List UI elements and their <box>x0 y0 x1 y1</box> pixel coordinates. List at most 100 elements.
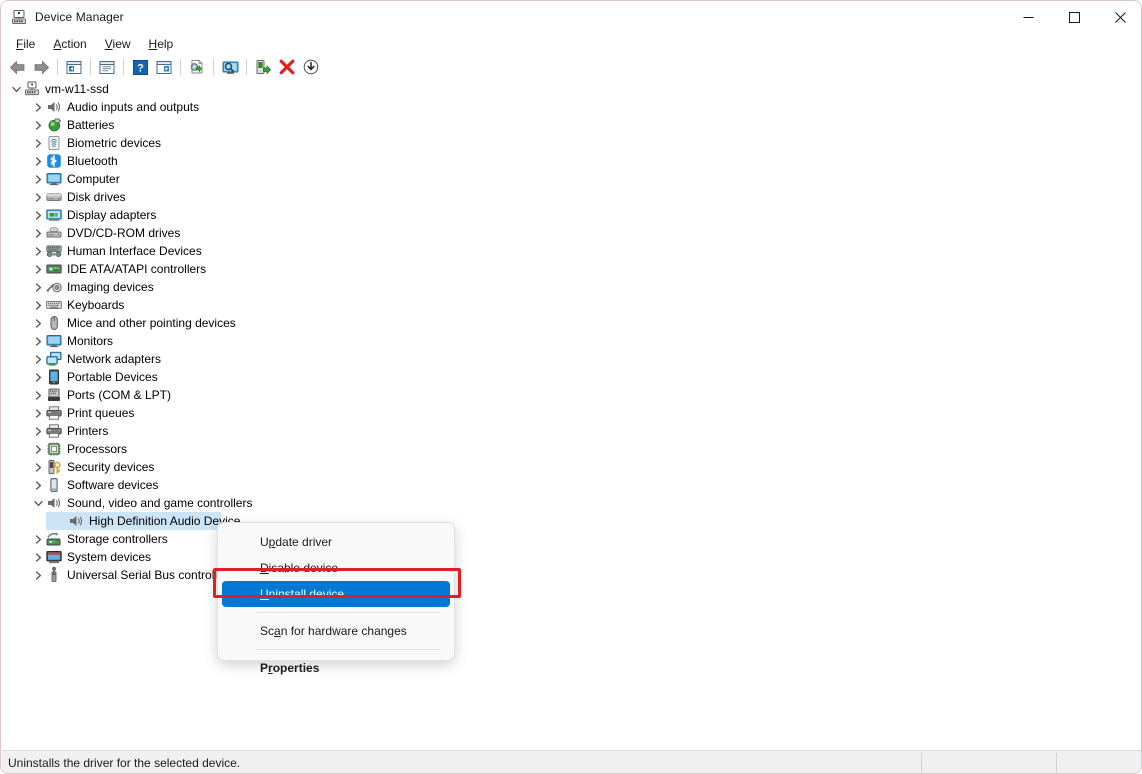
chevron-right-icon[interactable] <box>30 368 46 386</box>
show-hide-console-tree-icon[interactable] <box>62 56 86 78</box>
chevron-down-icon[interactable] <box>8 80 24 98</box>
menu-bar: File Action View Help <box>1 33 1141 55</box>
tree-item-mice-and-other-pointing-devices[interactable]: Mice and other pointing devices <box>2 314 1141 332</box>
update-driver-icon[interactable] <box>185 56 209 78</box>
tree-item-security-devices[interactable]: Security devices <box>2 458 1141 476</box>
tree-item-imaging-devices[interactable]: Imaging devices <box>2 278 1141 296</box>
context-menu-item-scan-hardware-changes[interactable]: Sc a n for hardware changes <box>222 618 450 644</box>
context-menu-item-disable-device[interactable]: Disable device <box>222 555 450 581</box>
chevron-right-icon[interactable] <box>30 476 46 494</box>
toolbar-separator <box>213 59 214 75</box>
forward-icon[interactable] <box>29 56 53 78</box>
enable-device-icon[interactable] <box>251 56 275 78</box>
tree-item-biometric-devices[interactable]: Biometric devices <box>2 134 1141 152</box>
tree-item-human-interface-devices[interactable]: Human Interface Devices <box>2 242 1141 260</box>
toolbar: ? <box>1 55 1141 79</box>
tree-item-universal-serial-bus-controllers[interactable]: Universal Serial Bus controllers <box>2 566 1141 584</box>
tree-root-node[interactable]: vm-w11-ssd <box>2 80 1141 98</box>
tree-item-software-devices[interactable]: Software devices <box>2 476 1141 494</box>
status-bar: Uninstalls the driver for the selected d… <box>2 750 1141 773</box>
minimize-button[interactable] <box>1005 1 1051 33</box>
chevron-right-icon[interactable] <box>30 260 46 278</box>
tree-item-display-adapters[interactable]: Display adapters <box>2 206 1141 224</box>
tree-item-bluetooth[interactable]: Bluetooth <box>2 152 1141 170</box>
chevron-right-icon[interactable] <box>30 530 46 548</box>
chevron-right-icon[interactable] <box>30 170 46 188</box>
tree-item-ide-ata-atapi-controllers[interactable]: IDE ATA/ATAPI controllers <box>2 260 1141 278</box>
menu-help[interactable]: Help <box>140 35 183 53</box>
tree-item-computer[interactable]: Computer <box>2 170 1141 188</box>
chevron-right-icon[interactable] <box>30 350 46 368</box>
tree-item-printers[interactable]: Printers <box>2 422 1141 440</box>
tree-item-portable-devices[interactable]: Portable Devices <box>2 368 1141 386</box>
tree-item-keyboards[interactable]: Keyboards <box>2 296 1141 314</box>
chevron-right-icon[interactable] <box>30 224 46 242</box>
chevron-right-icon[interactable] <box>30 278 46 296</box>
chevron-right-icon[interactable] <box>30 152 46 170</box>
maximize-button[interactable] <box>1051 1 1097 33</box>
context-menu-item-uninstall-device[interactable]: Uninstall device <box>222 581 450 607</box>
back-icon[interactable] <box>5 56 29 78</box>
tree-item-high-definition-audio-device[interactable]: High Definition Audio Device <box>2 512 1141 530</box>
tree-item-dvd-cd-rom-drives[interactable]: DVD/CD-ROM drives <box>2 224 1141 242</box>
disable-device-icon[interactable] <box>299 56 323 78</box>
disk-drive-icon <box>46 189 62 205</box>
tree-item-label: Audio inputs and outputs <box>67 100 200 114</box>
context-menu[interactable]: Up date driver Disable device Uninstall d… <box>217 522 455 675</box>
battery-icon <box>46 117 62 133</box>
chevron-right-icon[interactable] <box>30 116 46 134</box>
menu-action[interactable]: Action <box>44 35 95 53</box>
tree-item-network-adapters[interactable]: Network adapters <box>2 350 1141 368</box>
scan-hardware-changes-icon[interactable] <box>218 56 242 78</box>
tree-item-sound-video-and-game-controllers[interactable]: Sound, video and game controllers <box>2 494 1141 512</box>
tree-item-processors[interactable]: Processors <box>2 440 1141 458</box>
tree-item-print-queues[interactable]: Print queues <box>2 404 1141 422</box>
chevron-down-icon[interactable] <box>30 494 46 512</box>
chevron-right-icon[interactable] <box>30 404 46 422</box>
chevron-right-icon[interactable] <box>30 296 46 314</box>
storage-controller-icon <box>46 531 62 547</box>
context-menu-separator <box>256 612 440 613</box>
chevron-right-icon[interactable] <box>30 386 46 404</box>
menu-view[interactable]: View <box>96 35 140 53</box>
chevron-right-icon[interactable] <box>30 440 46 458</box>
chevron-right-icon[interactable] <box>30 332 46 350</box>
show-hide-action-pane-icon[interactable] <box>152 56 176 78</box>
chevron-right-icon[interactable] <box>30 98 46 116</box>
device-manager-icon <box>11 9 27 25</box>
tree-item-ports-com-lpt[interactable]: Ports (COM & LPT) <box>2 386 1141 404</box>
tree-item-monitors[interactable]: Monitors <box>2 332 1141 350</box>
tree-item-disk-drives[interactable]: Disk drives <box>2 188 1141 206</box>
tree-root-label: vm-w11-ssd <box>45 82 109 96</box>
tree-item-label: Universal Serial Bus controllers <box>67 568 234 582</box>
chevron-right-icon[interactable] <box>30 134 46 152</box>
tree-item-system-devices[interactable]: System devices <box>2 548 1141 566</box>
properties-icon[interactable] <box>95 56 119 78</box>
toolbar-separator <box>123 59 124 75</box>
chevron-right-icon[interactable] <box>30 206 46 224</box>
help-icon[interactable]: ? <box>128 56 152 78</box>
menu-file[interactable]: File <box>7 35 44 53</box>
chevron-right-icon[interactable] <box>30 422 46 440</box>
tree-item-batteries[interactable]: Batteries <box>2 116 1141 134</box>
device-tree[interactable]: vm-w11-ssd Audio inputs and outputs Batte… <box>2 80 1141 749</box>
tree-item-label: Sound, video and game controllers <box>67 496 253 510</box>
context-menu-item-properties[interactable]: Pr operties <box>222 655 450 681</box>
chevron-right-icon[interactable] <box>30 188 46 206</box>
context-menu-item-update-driver[interactable]: Up date driver <box>222 529 450 555</box>
uninstall-device-icon[interactable] <box>275 56 299 78</box>
tree-item-audio-inputs-and-outputs[interactable]: Audio inputs and outputs <box>2 98 1141 116</box>
chevron-right-icon[interactable] <box>30 548 46 566</box>
tree-item-label: DVD/CD-ROM drives <box>67 226 181 240</box>
chevron-right-icon[interactable] <box>30 458 46 476</box>
printer-icon <box>46 405 62 421</box>
close-button[interactable] <box>1097 1 1141 33</box>
tree-item-storage-controllers[interactable]: Storage controllers <box>2 530 1141 548</box>
chevron-right-icon[interactable] <box>30 242 46 260</box>
display-adapter-icon <box>46 207 62 223</box>
chevron-right-icon[interactable] <box>30 566 46 584</box>
speaker-icon <box>46 99 62 115</box>
port-icon <box>46 387 62 403</box>
tree-rows-container: Audio inputs and outputs Batteries Biometr… <box>2 98 1141 584</box>
chevron-right-icon[interactable] <box>30 314 46 332</box>
